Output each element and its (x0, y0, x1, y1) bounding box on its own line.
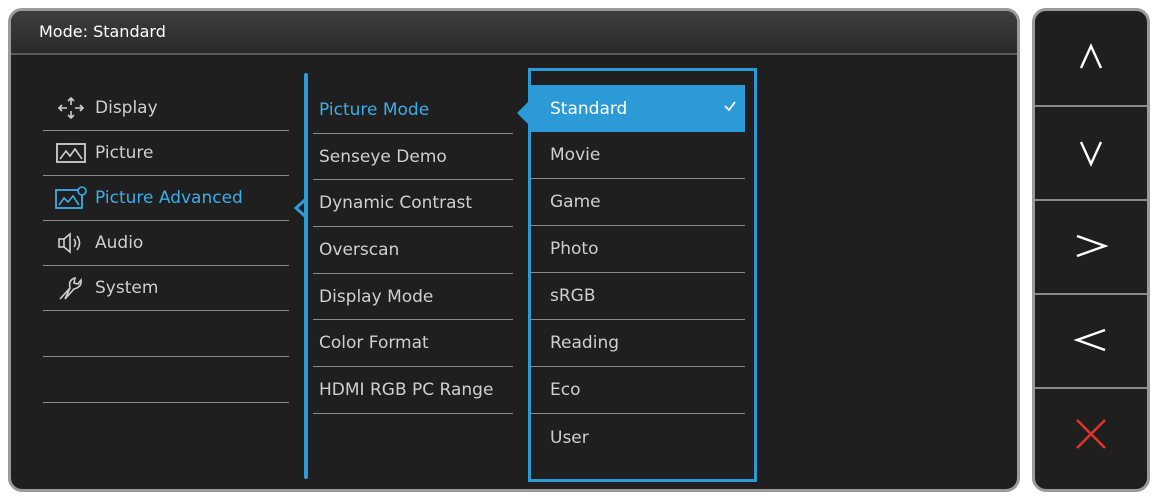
up-icon (1079, 43, 1103, 69)
option-label: Eco (550, 380, 581, 400)
option-label: User (550, 427, 589, 448)
picture-icon (51, 140, 91, 166)
option-label: Standard (550, 98, 628, 119)
submenu-item-dynamic-contrast[interactable]: Dynamic Contrast (313, 180, 513, 228)
menu-item-label: Display (95, 98, 158, 118)
option-label: Reading (550, 333, 620, 353)
main-menu: Display Picture Picture Advanced Audio S… (43, 86, 289, 403)
menu-item-empty (43, 357, 289, 403)
up-key[interactable] (1035, 11, 1147, 107)
audio-icon (51, 230, 91, 256)
option-standard[interactable]: Standard (531, 85, 745, 132)
right-key[interactable] (1035, 199, 1147, 295)
active-menu-pointer (293, 197, 309, 219)
close-icon (1076, 419, 1106, 449)
menu-item-display[interactable]: Display (43, 86, 289, 131)
option-user[interactable]: User (531, 414, 745, 461)
menu-item-picture-advanced[interactable]: Picture Advanced (43, 176, 289, 221)
option-label: Movie (550, 145, 601, 165)
option-label: sRGB (550, 286, 596, 306)
option-reading[interactable]: Reading (531, 320, 745, 367)
left-icon (1073, 328, 1106, 352)
picture-mode-options: Standard Movie Game Photo sRGB Reading E… (531, 85, 745, 461)
option-photo[interactable]: Photo (531, 226, 745, 273)
option-eco[interactable]: Eco (531, 367, 745, 414)
submenu-item-overscan[interactable]: Overscan (313, 227, 513, 274)
menu-item-label: Audio (95, 233, 144, 253)
submenu-item-color-format[interactable]: Color Format (313, 320, 513, 368)
menu-item-audio[interactable]: Audio (43, 221, 289, 266)
menu-item-system[interactable]: System (43, 266, 289, 311)
submenu-item-senseye-demo[interactable]: Senseye Demo (313, 134, 513, 181)
osd-menu-panel: Mode: Standard Display Picture Picture A… (8, 8, 1020, 492)
key-guide-panel (1032, 8, 1150, 492)
exit-key[interactable] (1035, 387, 1147, 481)
system-icon (51, 275, 91, 301)
option-label: Photo (550, 239, 599, 259)
option-movie[interactable]: Movie (531, 132, 745, 179)
submenu-item-hdmi-rgb-pc-range[interactable]: HDMI RGB PC Range (313, 367, 513, 414)
left-key[interactable] (1035, 293, 1147, 389)
menu-item-label: Picture Advanced (95, 188, 243, 208)
checkmark-icon (724, 101, 736, 112)
down-icon (1079, 141, 1103, 167)
mode-header: Mode: Standard (11, 11, 1017, 55)
option-label: Game (550, 192, 601, 212)
down-key[interactable] (1035, 105, 1147, 201)
column-separator (304, 73, 308, 479)
menu-item-empty (43, 311, 289, 357)
menu-item-picture[interactable]: Picture (43, 131, 289, 176)
option-srgb[interactable]: sRGB (531, 273, 745, 320)
picture-advanced-icon (51, 185, 91, 211)
submenu-item-display-mode[interactable]: Display Mode (313, 274, 513, 321)
menu-item-label: System (95, 278, 159, 298)
right-icon (1076, 234, 1109, 258)
submenu: Picture Mode Senseye Demo Dynamic Contra… (313, 87, 513, 414)
option-game[interactable]: Game (531, 179, 745, 226)
mode-title: Mode: Standard (39, 22, 166, 41)
display-icon (51, 95, 91, 121)
menu-item-label: Picture (95, 143, 154, 163)
submenu-item-picture-mode[interactable]: Picture Mode (313, 87, 513, 134)
